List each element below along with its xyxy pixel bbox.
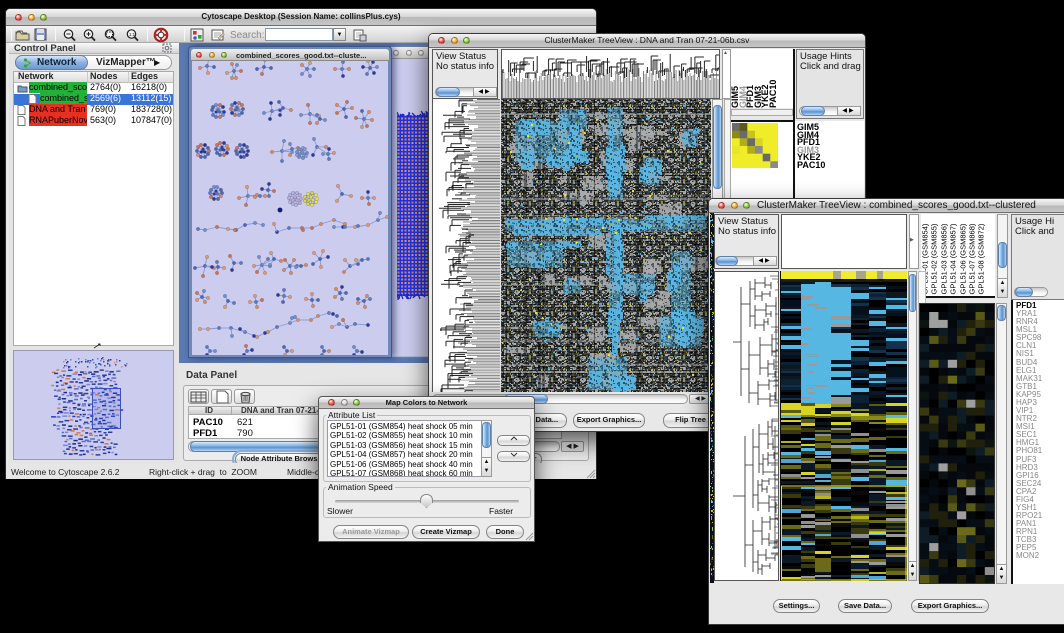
svg-text:1:1: 1:1 <box>129 32 136 37</box>
